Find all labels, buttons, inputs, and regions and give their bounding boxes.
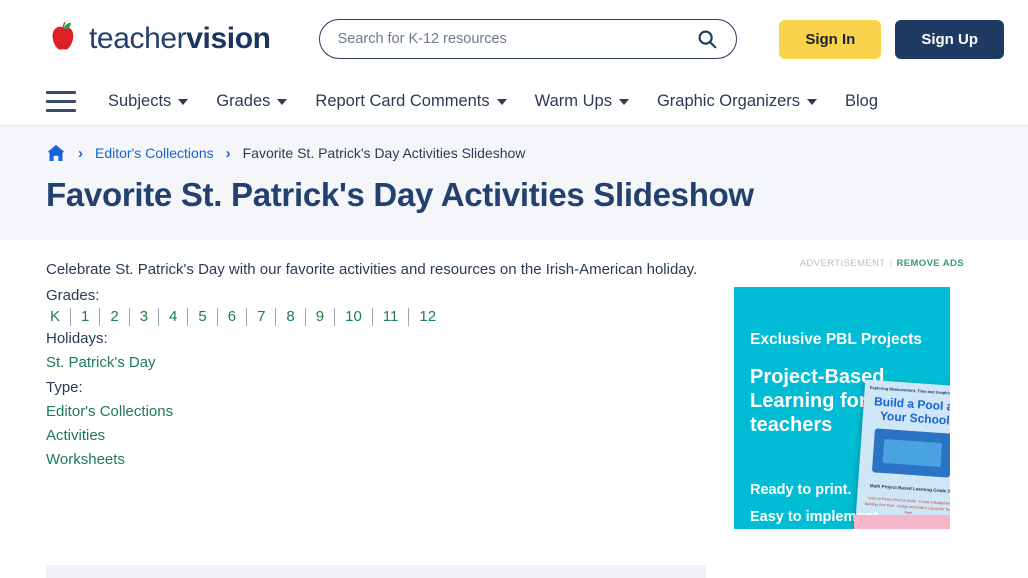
search-button[interactable] bbox=[694, 28, 720, 50]
resource-description: Celebrate St. Patrick's Day with our fav… bbox=[46, 258, 706, 282]
chevron-down-icon bbox=[277, 99, 287, 105]
type-link-worksheets[interactable]: Worksheets bbox=[46, 448, 706, 472]
nav-item-label: Graphic Organizers bbox=[657, 92, 800, 111]
nav-item-report-card-comments[interactable]: Report Card Comments bbox=[315, 92, 506, 111]
advertisement-header: ADVERTISEMENT |REMOVE ADS bbox=[734, 258, 972, 269]
home-icon[interactable] bbox=[46, 144, 66, 162]
grades-list: K 1 2 3 4 5 6 7 8 9 10 11 12 bbox=[46, 308, 706, 326]
holiday-link-st-patricks-day[interactable]: St. Patrick's Day bbox=[46, 351, 706, 375]
resource-details: Celebrate St. Patrick's Day with our fav… bbox=[46, 258, 706, 529]
chevron-down-icon bbox=[619, 99, 629, 105]
nav-item-label: Grades bbox=[216, 92, 270, 111]
nav-item-label: Subjects bbox=[108, 92, 171, 111]
main-content: Celebrate St. Patrick's Day with our fav… bbox=[0, 240, 1028, 529]
content-section-panel bbox=[46, 565, 706, 578]
grade-link-9[interactable]: 9 bbox=[306, 308, 335, 326]
advertisement-banner[interactable]: Exclusive PBL Projects Project-Based Lea… bbox=[734, 287, 950, 529]
ad-kicker: Exclusive PBL Projects bbox=[750, 331, 922, 349]
chevron-down-icon bbox=[807, 99, 817, 105]
grade-link-11[interactable]: 11 bbox=[373, 308, 410, 326]
grade-link-6[interactable]: 6 bbox=[218, 308, 247, 326]
nav-item-label: Warm Ups bbox=[535, 92, 612, 111]
auth-buttons: Sign In Sign Up bbox=[779, 20, 1004, 59]
grade-link-4[interactable]: 4 bbox=[159, 308, 188, 326]
nav-item-grades[interactable]: Grades bbox=[216, 92, 287, 111]
sign-up-button[interactable]: Sign Up bbox=[895, 20, 1004, 59]
nav-item-subjects[interactable]: Subjects bbox=[108, 92, 188, 111]
remove-ads-link[interactable]: REMOVE ADS bbox=[896, 258, 964, 269]
grade-link-7[interactable]: 7 bbox=[247, 308, 276, 326]
nav-item-label: Blog bbox=[845, 92, 878, 111]
advertisement-label: ADVERTISEMENT bbox=[800, 258, 886, 269]
type-link-editors-collections[interactable]: Editor's Collections bbox=[46, 400, 706, 424]
grade-link-3[interactable]: 3 bbox=[130, 308, 159, 326]
grade-link-8[interactable]: 8 bbox=[276, 308, 305, 326]
grade-link-12[interactable]: 12 bbox=[409, 308, 446, 326]
holidays-label: Holidays: bbox=[46, 327, 706, 351]
chevron-down-icon bbox=[497, 99, 507, 105]
logo-wordmark: teachervision bbox=[89, 22, 271, 56]
breadcrumb: › Editor's Collections › Favorite St. Pa… bbox=[46, 144, 1028, 162]
site-header: teachervision Sign In Sign Up bbox=[0, 0, 1028, 78]
grade-link-5[interactable]: 5 bbox=[188, 308, 217, 326]
page-title: Favorite St. Patrick's Day Activities Sl… bbox=[46, 176, 1028, 214]
nav-item-graphic-organizers[interactable]: Graphic Organizers bbox=[657, 92, 817, 111]
breadcrumb-item-editors-collections[interactable]: Editor's Collections bbox=[95, 145, 214, 161]
search-input[interactable] bbox=[338, 31, 694, 47]
advertisement-divider: | bbox=[890, 258, 893, 269]
advertisement-column: ADVERTISEMENT |REMOVE ADS Exclusive PBL P… bbox=[734, 258, 972, 529]
ad-decorative-strip bbox=[854, 515, 950, 529]
search-icon bbox=[696, 28, 718, 50]
chevron-down-icon bbox=[178, 99, 188, 105]
site-logo[interactable]: teachervision bbox=[46, 21, 271, 57]
breadcrumb-separator: › bbox=[226, 145, 231, 162]
grade-link-k[interactable]: K bbox=[46, 308, 71, 326]
ad-subtext-line1: Ready to print. bbox=[750, 477, 882, 504]
search-bar[interactable] bbox=[319, 19, 737, 59]
main-navigation: Subjects Grades Report Card Comments War… bbox=[0, 78, 1028, 126]
type-label: Type: bbox=[46, 376, 706, 400]
grade-link-2[interactable]: 2 bbox=[100, 308, 129, 326]
page-header-band: › Editor's Collections › Favorite St. Pa… bbox=[0, 126, 1028, 240]
logo-text-bold: vision bbox=[186, 22, 270, 55]
apple-icon bbox=[46, 21, 80, 57]
ad-card-title: Build a Pool at Your School bbox=[862, 391, 950, 429]
hamburger-icon[interactable] bbox=[46, 91, 76, 113]
nav-item-warm-ups[interactable]: Warm Ups bbox=[535, 92, 629, 111]
sign-in-button[interactable]: Sign In bbox=[779, 20, 881, 59]
type-link-activities[interactable]: Activities bbox=[46, 424, 706, 448]
breadcrumb-item-current: Favorite St. Patrick's Day Activities Sl… bbox=[243, 145, 526, 161]
grade-link-1[interactable]: 1 bbox=[71, 308, 100, 326]
logo-text-light: teacher bbox=[89, 22, 186, 55]
grade-link-10[interactable]: 10 bbox=[335, 308, 373, 326]
pool-illustration-icon bbox=[872, 428, 950, 477]
nav-item-label: Report Card Comments bbox=[315, 92, 489, 111]
breadcrumb-separator: › bbox=[78, 145, 83, 162]
nav-item-blog[interactable]: Blog bbox=[845, 92, 878, 111]
grades-label: Grades: bbox=[46, 284, 706, 308]
